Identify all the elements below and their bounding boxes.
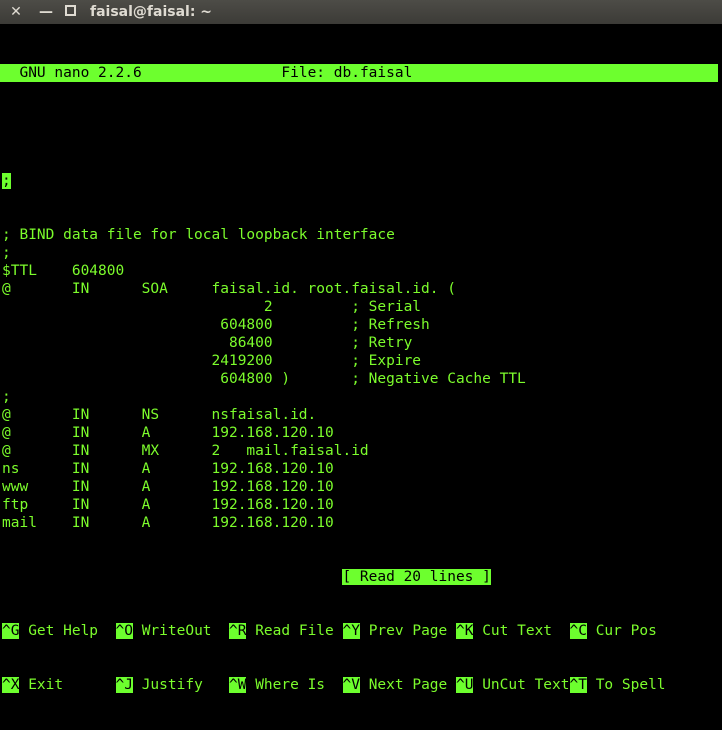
editor-line[interactable]: www IN A 192.168.120.10: [2, 478, 718, 496]
shortcut-label[interactable]: Get Help: [19, 623, 115, 639]
shortcut-label[interactable]: Justify: [133, 677, 229, 693]
shortcut-label[interactable]: Exit: [19, 677, 115, 693]
shortcut-label[interactable]: To Spell: [587, 677, 666, 693]
shortcut-key[interactable]: ^J: [115, 677, 133, 693]
editor-line[interactable]: ; BIND data file for local loopback inte…: [2, 226, 718, 244]
close-icon[interactable]: ✕: [6, 2, 26, 22]
editor-line[interactable]: @ IN SOA faisal.id. root.faisal.id. (: [2, 280, 718, 298]
window-title: faisal@faisal: ~: [90, 4, 213, 20]
editor-line[interactable]: @ IN MX 2 mail.faisal.id: [2, 442, 718, 460]
shortcut-key[interactable]: ^R: [229, 623, 247, 639]
shortcut-key[interactable]: ^C: [569, 623, 587, 639]
editor-line[interactable]: 2 ; Serial: [2, 298, 718, 316]
shortcut-key[interactable]: ^Y: [342, 623, 360, 639]
editor-line[interactable]: @ IN NS nsfaisal.id.: [2, 406, 718, 424]
shortcut-label[interactable]: Next Page: [360, 677, 456, 693]
editor-line[interactable]: ;: [2, 388, 718, 406]
editor-line[interactable]: 604800 ) ; Negative Cache TTL: [2, 370, 718, 388]
shortcut-key[interactable]: ^X: [2, 677, 20, 693]
maximize-icon[interactable]: [60, 2, 80, 22]
editor-line[interactable]: @ IN A 192.168.120.10: [2, 424, 718, 442]
editor-line[interactable]: 604800 ; Refresh: [2, 316, 718, 334]
editor-blank-line: [2, 118, 718, 136]
shortcut-key[interactable]: ^U: [456, 677, 474, 693]
shortcut-label[interactable]: Read File: [246, 623, 342, 639]
terminal-window: ✕ — faisal@faisal: ~ GNU nano 2.2.6 File…: [0, 0, 722, 693]
editor-line[interactable]: 86400 ; Retry: [2, 334, 718, 352]
terminal-screen[interactable]: GNU nano 2.2.6 File: db.faisal ; ; BIND …: [0, 28, 718, 730]
shortcut-label[interactable]: Prev Page: [360, 623, 456, 639]
editor-content[interactable]: ; BIND data file for local loopback inte…: [2, 226, 718, 532]
status-message: [ Read 20 lines ]: [342, 569, 491, 585]
nano-version: GNU nano 2.2.6: [2, 65, 142, 81]
editor-line-cursor[interactable]: ;: [2, 172, 718, 190]
shortcut-label[interactable]: WriteOut: [133, 623, 229, 639]
shortcut-label[interactable]: Where Is: [246, 677, 342, 693]
shortcut-key[interactable]: ^O: [115, 623, 133, 639]
editor-line[interactable]: ftp IN A 192.168.120.10: [2, 496, 718, 514]
shortcut-key[interactable]: ^W: [229, 677, 247, 693]
nano-header: GNU nano 2.2.6 File: db.faisal: [0, 64, 718, 82]
editor-line[interactable]: ns IN A 192.168.120.10: [2, 460, 718, 478]
shortcut-key[interactable]: ^G: [2, 623, 20, 639]
editor-line[interactable]: 2419200 ; Expire: [2, 352, 718, 370]
shortcut-key[interactable]: ^T: [569, 677, 587, 693]
status-line: [ Read 20 lines ]: [2, 568, 718, 586]
shortcut-key[interactable]: ^K: [456, 623, 474, 639]
editor-line[interactable]: mail IN A 192.168.120.10: [2, 514, 718, 532]
editor-line[interactable]: ;: [2, 244, 718, 262]
shortcut-label[interactable]: UnCut Text: [473, 677, 569, 693]
shortcut-key[interactable]: ^V: [342, 677, 360, 693]
nano-filename: File: db.faisal: [281, 65, 413, 81]
text-cursor: ;: [2, 173, 11, 189]
minimize-icon[interactable]: —: [36, 2, 56, 22]
title-bar: ✕ — faisal@faisal: ~: [0, 0, 722, 24]
shortcut-row-2: ^X Exit ^J Justify ^W Where Is ^V Next P…: [2, 676, 718, 694]
shortcut-label[interactable]: Cut Text: [473, 623, 569, 639]
shortcut-label[interactable]: Cur Pos: [587, 623, 657, 639]
shortcut-row-1: ^G Get Help ^O WriteOut ^R Read File ^Y …: [2, 622, 718, 640]
editor-line[interactable]: $TTL 604800: [2, 262, 718, 280]
